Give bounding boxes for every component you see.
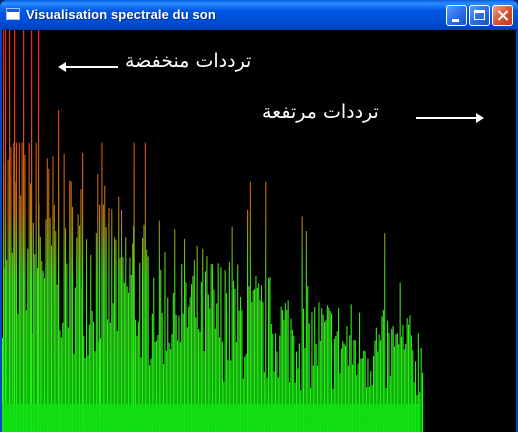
spectrum-bar xyxy=(420,347,422,432)
spectrum-bar xyxy=(144,142,146,432)
spectrum-bar xyxy=(422,373,424,432)
spectrum-bar xyxy=(102,204,104,432)
spectrum-bar xyxy=(72,206,74,432)
title-bar[interactable]: Visualisation spectrale du son xyxy=(0,0,518,30)
spectrum-bar xyxy=(114,237,116,432)
spectrum-bar xyxy=(101,142,103,432)
spectrum-bar xyxy=(108,208,110,432)
spectrum-bar xyxy=(35,142,37,432)
spectrum-bar xyxy=(158,220,160,432)
spectrum-bar xyxy=(16,142,18,432)
arrow-right-icon xyxy=(416,113,484,123)
spectrum-bar xyxy=(133,142,135,432)
spectrum-bar xyxy=(104,185,106,432)
spectrum-bar xyxy=(142,237,144,432)
spectrum-bar xyxy=(184,238,186,432)
app-window-icon[interactable] xyxy=(6,8,20,20)
spectrum-bar xyxy=(46,158,48,432)
spectrum-bar xyxy=(4,163,6,432)
spectrum-bar xyxy=(52,156,54,432)
spectrum-bar xyxy=(105,227,107,432)
minimize-button[interactable] xyxy=(446,5,467,26)
spectrum-bar xyxy=(30,183,32,432)
spectrum-bar xyxy=(265,181,267,432)
spectrum-bar xyxy=(13,142,15,432)
spectrum-bar xyxy=(69,180,71,432)
spectrum-bar xyxy=(125,237,127,432)
spectrum-bar xyxy=(70,181,72,432)
spectrum-bar xyxy=(249,181,251,432)
spectrum-bar xyxy=(63,153,65,432)
spectrum-bar xyxy=(9,177,11,432)
spectrum-bar xyxy=(7,159,9,432)
spectrum-bar xyxy=(32,222,34,432)
spectrum-bar xyxy=(77,214,79,432)
spectrum-base xyxy=(2,404,420,432)
spectrum-bar xyxy=(39,237,41,432)
spectrum-bar xyxy=(10,147,12,432)
spectrum-bar xyxy=(174,229,176,432)
spectrum-bar xyxy=(55,231,57,432)
spectrum-bar xyxy=(121,209,123,432)
spectrum-bar xyxy=(58,190,60,432)
spectrum-bar xyxy=(49,217,51,432)
spectrum-bar xyxy=(48,168,50,432)
spectrum-bar xyxy=(76,237,78,432)
spectrum-bar xyxy=(115,239,117,432)
spectrum-bar xyxy=(384,233,386,432)
high-frequencies-label: ترددات مرتفعة xyxy=(262,101,379,123)
spectrum-bar xyxy=(28,142,30,432)
spectrum-bar xyxy=(45,219,47,432)
spectrum-bar xyxy=(18,142,20,432)
spectrum-bar xyxy=(305,231,307,432)
spectrum-plot xyxy=(2,30,424,432)
low-frequencies-label: ترددات منخفضة xyxy=(125,50,252,72)
spectrum-bar xyxy=(21,142,23,432)
maximize-button[interactable] xyxy=(469,5,490,26)
spectrum-bar xyxy=(301,216,303,432)
spectrum-bar xyxy=(143,224,145,432)
spectrum-bar xyxy=(65,227,67,432)
close-button[interactable] xyxy=(492,5,513,26)
spectrum-bar xyxy=(38,203,40,432)
spectrum-bar xyxy=(132,243,134,432)
spectrum-bar xyxy=(118,196,120,432)
spectrum-bar xyxy=(14,182,16,432)
spectrum-view: ترددات منخفضة ترددات مرتفعة xyxy=(2,30,516,432)
spectrum-bar xyxy=(111,209,113,432)
spectrum-bar xyxy=(95,233,97,432)
spectrum-bar xyxy=(24,154,26,432)
arrow-left-icon xyxy=(58,62,118,72)
spectrum-bar xyxy=(53,205,55,432)
spectrum-bar xyxy=(231,226,233,432)
spectrum-bar xyxy=(79,225,81,432)
spectrum-bar xyxy=(86,239,88,432)
spectrum-bar xyxy=(20,195,22,432)
window-title: Visualisation spectrale du son xyxy=(26,7,216,22)
spectrum-bar xyxy=(97,173,99,432)
spectrum-bar xyxy=(80,189,82,432)
spectrum-bars xyxy=(2,30,424,432)
app-window: Visualisation spectrale du son ترددات من… xyxy=(0,0,518,432)
